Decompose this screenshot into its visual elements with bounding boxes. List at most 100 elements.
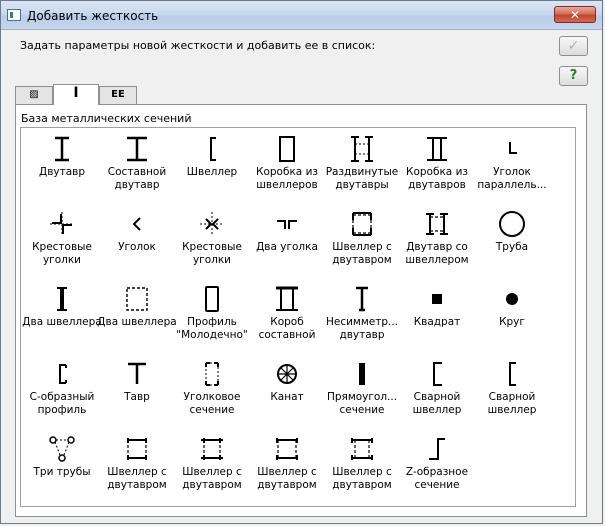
section-item-channel-box[interactable]: Коробка из швеллеров xyxy=(249,130,325,204)
section-item-angle[interactable]: Уголок xyxy=(99,205,175,279)
app-icon xyxy=(7,9,21,21)
section-label: С-образный профиль xyxy=(29,391,95,416)
section-item-cross-angles[interactable]: Крестовые уголки xyxy=(24,205,100,279)
section-item-i-beam[interactable]: Двутавр xyxy=(24,130,100,204)
section-item-angle-parallel[interactable]: Уголок параллель... xyxy=(474,130,550,204)
i-beam-with-channel-icon xyxy=(426,213,448,235)
section-item-welded-channel[interactable]: Сварной швеллер xyxy=(399,355,475,429)
section-item-rectangle[interactable]: Прямоугол... сечение xyxy=(324,355,400,429)
two-channels-2-icon xyxy=(126,287,148,311)
section-label: Крестовые уголки xyxy=(32,241,92,266)
three-pipes-icon xyxy=(49,436,75,462)
rectangle-icon xyxy=(359,363,365,385)
section-label: Профиль "Молодечно" xyxy=(176,316,248,341)
tab-hatch[interactable]: ▨ xyxy=(15,86,53,104)
instruction-text: Задать параметры новой жесткости и добав… xyxy=(20,39,376,52)
title-bar[interactable]: Добавить жесткость ✕ xyxy=(1,1,602,30)
section-item-rope[interactable]: Канат xyxy=(249,355,325,429)
section-item-molodechno-profile[interactable]: Профиль "Молодечно" xyxy=(174,280,250,354)
section-item-two-channels[interactable]: Два швеллера xyxy=(22,280,102,354)
ok-button[interactable]: ✓ xyxy=(559,36,588,56)
section-label: Труба xyxy=(495,241,529,253)
section-item-circle[interactable]: Круг xyxy=(474,280,550,354)
channel-with-i-beam-5-icon xyxy=(351,438,373,460)
section-label: Швеллер с двутавром xyxy=(107,466,167,491)
section-label: Сварной швеллер xyxy=(412,391,462,416)
section-item-composite-box[interactable]: Короб составной xyxy=(249,280,325,354)
section-label: Двутавр xyxy=(38,166,85,178)
section-label: Два швеллера xyxy=(22,316,102,328)
z-section-icon xyxy=(429,438,445,460)
section-label: Двутавр со швеллером xyxy=(405,241,469,266)
section-item-channel-with-i-beam-5[interactable]: Швеллер с двутавром xyxy=(324,430,400,504)
built-up-i-beam-icon xyxy=(127,136,147,162)
hatch-icon: ▨ xyxy=(29,89,39,100)
section-item-cross-angles-2[interactable]: Крестовые уголки xyxy=(174,205,250,279)
two-angles-icon xyxy=(277,220,297,229)
section-label: Раздвинутые двутавры xyxy=(325,166,399,191)
section-label: Швеллер с двутавром xyxy=(332,466,392,491)
section-item-channel-with-i-beam-4[interactable]: Швеллер с двутавром xyxy=(249,430,325,504)
i-beam-icon: I xyxy=(73,85,79,101)
tab-ee[interactable]: EE xyxy=(99,86,137,104)
section-label: Составной двутавр xyxy=(107,166,167,191)
section-item-channel[interactable]: Швеллер xyxy=(174,130,250,204)
i-beam-icon xyxy=(55,136,69,162)
section-label: Два уголка xyxy=(256,241,318,253)
channel-with-i-beam-4-icon xyxy=(276,438,298,460)
section-item-two-channels-2[interactable]: Два швеллера xyxy=(97,280,177,354)
section-item-i-beam-with-channel[interactable]: Двутавр со швеллером xyxy=(399,205,475,279)
section-item-three-pipes[interactable]: Три трубы xyxy=(24,430,100,504)
section-label: Несимметр... двутавр xyxy=(325,316,399,341)
section-label: Канат xyxy=(270,391,304,403)
section-label: Швеллер с двутавром xyxy=(182,466,242,491)
section-item-built-up-i-beam[interactable]: Составной двутавр xyxy=(99,130,175,204)
cross-angles-icon xyxy=(50,212,74,236)
section-label: Коробка из двутавров xyxy=(406,166,468,191)
window-title: Добавить жесткость xyxy=(27,9,159,23)
two-channels-icon xyxy=(57,287,67,311)
channel-with-i-beam-3-icon xyxy=(201,438,223,460)
c-profile-icon xyxy=(59,364,67,384)
rope-icon xyxy=(277,364,297,384)
section-label: Уголок xyxy=(118,241,156,253)
section-item-c-profile[interactable]: С-образный профиль xyxy=(24,355,100,429)
section-item-z-section[interactable]: Z-образное сечение xyxy=(399,430,475,504)
close-button[interactable]: ✕ xyxy=(554,6,596,23)
section-item-welded-channel-2[interactable]: Сварной швеллер xyxy=(474,355,550,429)
square-icon xyxy=(432,294,442,304)
section-label: Круг xyxy=(499,316,525,328)
section-item-pipe[interactable]: Труба xyxy=(474,205,550,279)
section-item-channel-with-i-beam-3[interactable]: Швеллер с двутавром xyxy=(174,430,250,504)
section-label: Тавр xyxy=(124,391,150,403)
section-label: Уголок параллель... xyxy=(477,166,547,191)
section-label: Швеллер с двутавром xyxy=(257,466,317,491)
ee-icon: EE xyxy=(111,89,125,100)
section-label: Швеллер xyxy=(186,166,238,178)
angle-parallel-icon xyxy=(509,142,517,154)
molodechno-profile-icon xyxy=(205,286,219,312)
section-item-angle-section[interactable]: Уголковое сечение xyxy=(174,355,250,429)
channel-with-i-beam-2-icon xyxy=(127,438,147,460)
asymmetric-i-beam-icon xyxy=(356,286,368,312)
composite-box-icon xyxy=(276,286,298,311)
tab-panel: База металлических сечений Двутавр Состав… xyxy=(15,104,587,517)
section-item-channel-with-i-beam[interactable]: Швеллер с двутавром xyxy=(324,205,400,279)
section-label: Коробка из швеллеров xyxy=(256,166,318,191)
section-label: Квадрат xyxy=(413,316,461,328)
section-label: Три трубы xyxy=(33,466,91,478)
section-label: Крестовые уголки xyxy=(182,241,242,266)
angle-section-icon xyxy=(205,362,219,386)
section-item-square[interactable]: Квадрат xyxy=(399,280,475,354)
angle-icon xyxy=(132,217,141,231)
help-button[interactable]: ? xyxy=(559,66,588,86)
section-item-i-beam-box[interactable]: Коробка из двутавров xyxy=(399,130,475,204)
tab-i-beam[interactable]: I xyxy=(53,84,99,105)
section-label: Два швеллера xyxy=(97,316,177,328)
section-item-channel-with-i-beam-2[interactable]: Швеллер с двутавром xyxy=(99,430,175,504)
section-item-asymmetric-i-beam[interactable]: Несимметр... двутавр xyxy=(324,280,400,354)
section-item-two-angles[interactable]: Два уголка xyxy=(249,205,325,279)
section-item-tee[interactable]: Тавр xyxy=(99,355,175,429)
section-item-spread-i-beams[interactable]: Раздвинутые двутавры xyxy=(324,130,400,204)
channel-with-i-beam-icon xyxy=(352,212,372,236)
